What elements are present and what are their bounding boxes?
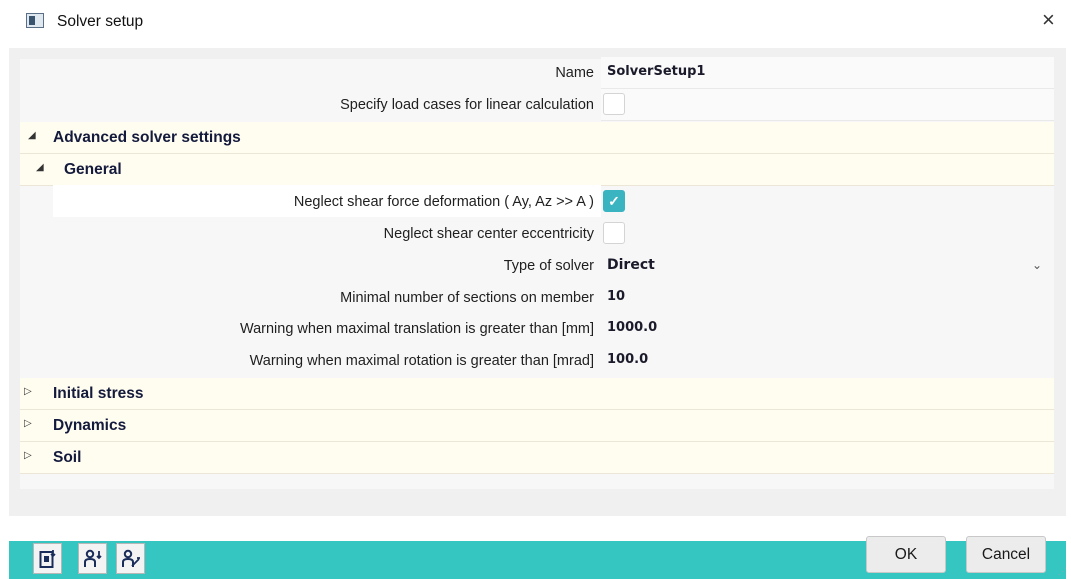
section-soil[interactable]: ▷ Soil bbox=[20, 442, 1054, 474]
neglect-shear-center-row: Neglect shear center eccentricity bbox=[0, 218, 1071, 250]
expand-triangle-icon[interactable]: ▷ bbox=[24, 418, 32, 429]
user-import-icon bbox=[84, 549, 102, 567]
export-document-button[interactable] bbox=[33, 543, 62, 574]
window-title: Solver setup bbox=[57, 13, 144, 30]
section-advanced-label: Advanced solver settings bbox=[53, 129, 241, 146]
user-import-button[interactable] bbox=[78, 543, 107, 574]
neglect-shear-center-label: Neglect shear center eccentricity bbox=[383, 226, 594, 242]
warn-translation-row: Warning when maximal translation is grea… bbox=[0, 313, 1071, 345]
min-sections-label: Minimal number of sections on member bbox=[340, 290, 594, 306]
section-general[interactable]: ◢ General bbox=[20, 154, 1054, 186]
specify-load-cases-checkbox[interactable] bbox=[603, 93, 625, 115]
section-initial-stress-label: Initial stress bbox=[53, 385, 144, 402]
section-advanced-solver-settings[interactable]: ◢ Advanced solver settings bbox=[20, 122, 1054, 154]
check-icon: ✓ bbox=[608, 193, 620, 209]
neglect-shear-deformation-checkbox[interactable]: ✓ bbox=[603, 190, 625, 212]
expand-triangle-icon[interactable]: ▷ bbox=[24, 386, 32, 397]
section-initial-stress[interactable]: ▷ Initial stress bbox=[20, 378, 1054, 410]
section-soil-label: Soil bbox=[53, 449, 82, 466]
neglect-shear-deformation-row: Neglect shear force deformation ( Ay, Az… bbox=[0, 186, 1071, 218]
export-document-icon bbox=[39, 550, 56, 568]
warn-rotation-row: Warning when maximal rotation is greater… bbox=[0, 345, 1071, 377]
specify-load-cases-label: Specify load cases for linear calculatio… bbox=[340, 97, 594, 113]
user-settings-icon bbox=[122, 549, 140, 567]
name-value[interactable]: SolverSetup1 bbox=[607, 64, 705, 79]
collapse-triangle-icon[interactable]: ◢ bbox=[36, 162, 44, 173]
min-sections-row: Minimal number of sections on member 10 bbox=[0, 282, 1071, 314]
user-settings-button[interactable] bbox=[116, 543, 145, 574]
section-dynamics[interactable]: ▷ Dynamics bbox=[20, 410, 1054, 442]
specify-load-cases-row: Specify load cases for linear calculatio… bbox=[0, 89, 1071, 121]
close-icon[interactable]: × bbox=[1042, 8, 1055, 32]
section-general-label: General bbox=[64, 161, 122, 178]
specify-load-cases-value-box bbox=[601, 89, 1054, 121]
warn-rotation-value[interactable]: 100.0 bbox=[607, 352, 648, 367]
solver-type-label: Type of solver bbox=[503, 258, 594, 274]
warn-translation-value[interactable]: 1000.0 bbox=[607, 320, 657, 335]
solver-type-row: Type of solver Direct ⌄ bbox=[0, 250, 1071, 282]
section-dynamics-label: Dynamics bbox=[53, 417, 127, 434]
ok-button[interactable]: OK bbox=[866, 536, 946, 573]
warn-translation-label: Warning when maximal translation is grea… bbox=[239, 321, 594, 337]
app-window-icon bbox=[26, 13, 44, 28]
min-sections-value[interactable]: 10 bbox=[607, 289, 625, 304]
cancel-button[interactable]: Cancel bbox=[966, 536, 1046, 573]
name-label: Name bbox=[555, 65, 594, 81]
resize-grip-icon[interactable]: ⋰ bbox=[1058, 566, 1067, 577]
name-row: Name SolverSetup1 bbox=[0, 57, 1071, 89]
collapse-triangle-icon[interactable]: ◢ bbox=[28, 130, 36, 141]
chevron-down-icon[interactable]: ⌄ bbox=[1032, 258, 1042, 272]
title-bar: Solver setup × bbox=[0, 0, 1071, 48]
warn-rotation-label: Warning when maximal rotation is greater… bbox=[249, 353, 594, 369]
expand-triangle-icon[interactable]: ▷ bbox=[24, 450, 32, 461]
neglect-shear-center-checkbox[interactable] bbox=[603, 222, 625, 244]
solver-type-select[interactable]: Direct bbox=[607, 257, 655, 273]
neglect-shear-deformation-label: Neglect shear force deformation ( Ay, Az… bbox=[293, 194, 594, 210]
